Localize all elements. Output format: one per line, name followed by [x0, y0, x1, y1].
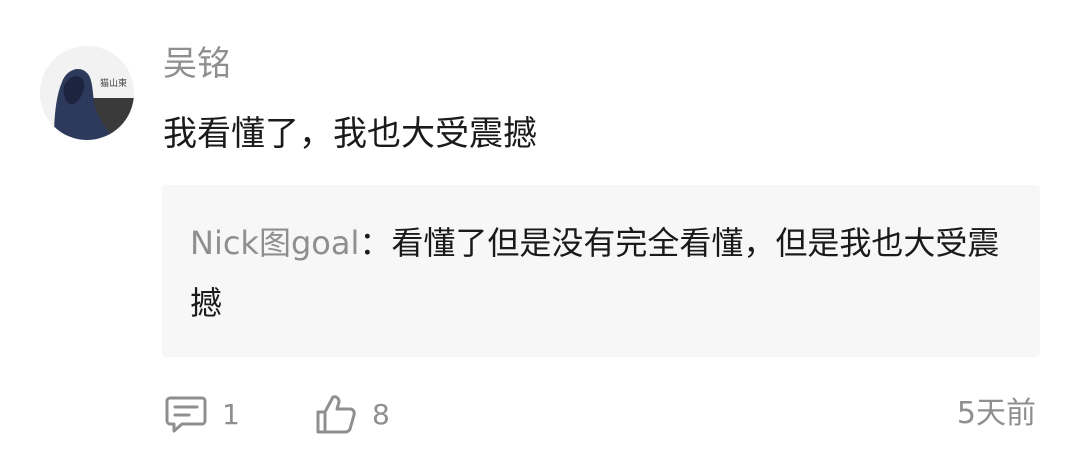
svg-text:猫山東: 猫山東	[100, 77, 127, 89]
reply-content: Nick图goal：看懂了但是没有完全看懂，但是我也大受震撼	[190, 213, 1022, 333]
timestamp: 5天前	[956, 396, 1036, 431]
comment-bubble-icon	[165, 396, 207, 433]
comment-count: 1	[222, 397, 240, 431]
username[interactable]: 吴铭	[163, 38, 231, 90]
thumbs-up-icon	[316, 395, 356, 434]
comment-text: 我看懂了，我也大受震撼	[163, 114, 537, 154]
reply-box[interactable]: Nick图goal：看懂了但是没有完全看懂，但是我也大受震撼	[162, 185, 1040, 357]
like-count: 8	[372, 397, 390, 431]
hooded-figure-avatar-icon: 猫山東	[40, 46, 134, 140]
avatar[interactable]: 猫山東	[40, 46, 134, 140]
reply-author[interactable]: Nick图goal	[190, 224, 359, 262]
comment-button[interactable]: 1	[164, 390, 240, 438]
reply-separator: ：	[359, 224, 392, 262]
like-button[interactable]: 8	[314, 390, 390, 438]
